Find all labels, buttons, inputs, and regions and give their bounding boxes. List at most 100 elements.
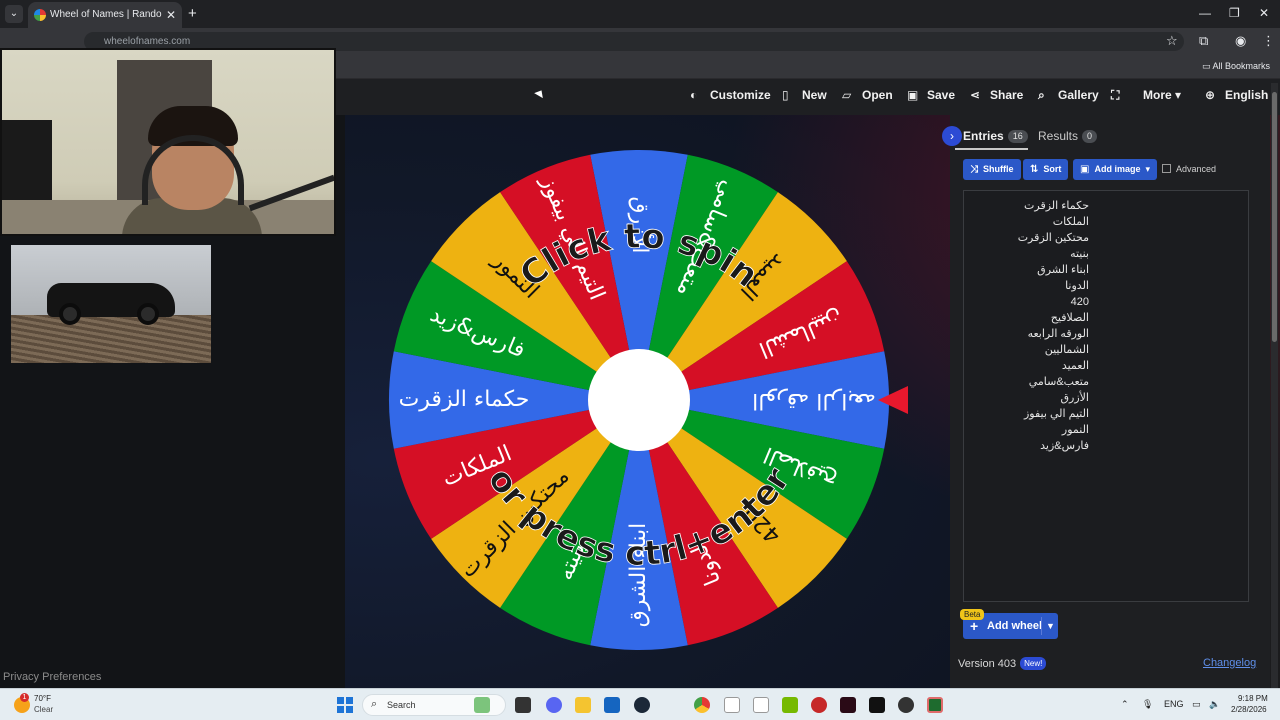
discord-icon[interactable]	[546, 697, 562, 713]
all-bookmarks[interactable]: ▭ All Bookmarks	[1202, 61, 1270, 72]
store-icon[interactable]	[604, 697, 620, 713]
extensions-icon[interactable]: ⧉	[1199, 33, 1208, 49]
tab-title: Wheel of Names | Random name picker	[50, 9, 162, 20]
save-icon: ▣	[907, 88, 919, 102]
entry-item[interactable]: متعب&سامي	[969, 374, 1089, 390]
new-badge: New!	[1020, 657, 1047, 670]
new-tab-icon[interactable]: +	[188, 5, 197, 22]
caret-down-icon[interactable]: ▼	[1046, 613, 1055, 639]
changelog-link[interactable]: Changelog	[1203, 657, 1256, 669]
obs-icon[interactable]	[898, 697, 914, 713]
checkbox-icon[interactable]	[1162, 164, 1171, 173]
webcam-monitor	[2, 120, 52, 200]
version-info: Version 403 New!	[958, 657, 1047, 670]
terminal-icon[interactable]	[927, 697, 943, 713]
kebab-menu-icon[interactable]: ⋮	[1262, 33, 1275, 49]
star-icon[interactable]: ☆	[1166, 33, 1178, 49]
shuffle-button[interactable]: ⤨ Shuffle	[963, 159, 1021, 180]
fullscreen-button[interactable]: ⛶	[1111, 88, 1131, 106]
volume-icon[interactable]: 🔈	[1209, 699, 1220, 710]
entry-item[interactable]: الملكات	[969, 214, 1089, 230]
save-button[interactable]: ▣ Save	[907, 88, 955, 106]
clock-time[interactable]: 9:18 PM	[1238, 694, 1268, 703]
widgets-icon[interactable]	[474, 697, 490, 713]
new-button[interactable]: ▯ New	[782, 88, 827, 106]
tab-entries[interactable]: Entries 16	[963, 129, 1028, 143]
entry-item[interactable]: الشماليين	[969, 342, 1089, 358]
sort-button[interactable]: ⇅ Sort	[1023, 159, 1069, 180]
tab-results[interactable]: Results 0	[1038, 129, 1098, 143]
language-button[interactable]: ⊕ English	[1205, 88, 1268, 106]
tab-search-icon[interactable]: ⌄	[5, 5, 23, 23]
save-label: Save	[927, 88, 956, 102]
entries-count-badge: 16	[1007, 130, 1028, 143]
advanced-checkbox[interactable]: Advanced	[1162, 164, 1216, 174]
browser-tab[interactable]: Wheel of Names | Random name picker ✕	[28, 2, 182, 28]
chevron-up-icon[interactable]: ⌃	[1121, 699, 1129, 710]
new-label: New	[802, 88, 827, 102]
fullscreen-icon: ⛶	[1111, 88, 1120, 102]
file-icon: ▯	[782, 88, 789, 102]
windows-start-icon[interactable]	[337, 697, 353, 713]
share-button[interactable]: ⋖ Share	[970, 88, 1023, 106]
share-icon: ⋖	[970, 88, 981, 102]
shuffle-icon: ⤨	[970, 164, 978, 175]
add-image-button[interactable]: ▣ Add image ▾	[1073, 159, 1157, 180]
entry-item[interactable]: بنيته	[969, 246, 1089, 262]
entry-item[interactable]: فارس&زيد	[969, 438, 1089, 454]
language-indicator[interactable]: ENG	[1164, 699, 1184, 709]
wheel-svg[interactable]: الأزرق متعب&ساميالعميدالشماليينالورقه الر…	[387, 148, 891, 652]
close-icon[interactable]: ✕	[166, 8, 176, 22]
entry-item[interactable]: العميد	[969, 358, 1089, 374]
file-explorer-icon[interactable]	[575, 697, 591, 713]
divider	[1041, 617, 1042, 635]
restore-icon[interactable]: ❐	[1229, 6, 1240, 20]
scrollbar-thumb[interactable]	[1272, 92, 1277, 342]
minimize-icon[interactable]: —	[1199, 6, 1211, 20]
privacy-preferences-link[interactable]: Privacy Preferences	[3, 671, 101, 683]
wheel[interactable]: الأزرق متعب&سامي العميد الشماليين الورقه الر…	[387, 148, 891, 652]
open-button[interactable]: ▱ Open	[842, 88, 893, 106]
wheel-hub[interactable]	[588, 349, 690, 451]
gallery-button[interactable]: ⌕ Gallery	[1038, 88, 1099, 106]
clock-date[interactable]: 2/28/2026	[1231, 705, 1267, 714]
chevron-right-icon[interactable]: ›	[942, 126, 962, 146]
media-player-icon[interactable]	[811, 697, 827, 713]
display-icon[interactable]: ▭	[1192, 699, 1201, 710]
entries-list[interactable]: حكماء الزقرت الملكات محتكين الزقرت بنيته ابن…	[969, 198, 1089, 454]
task-view-icon[interactable]	[515, 697, 531, 713]
folder-icon: ▭	[1201, 61, 1213, 71]
weather-status: Clear	[34, 705, 54, 714]
document-icon[interactable]	[753, 697, 769, 713]
palette-icon: ◐	[690, 88, 698, 102]
wheel-favicon-icon	[34, 9, 46, 21]
document-icon[interactable]	[724, 697, 740, 713]
steam-icon[interactable]	[634, 697, 650, 713]
entry-item[interactable]: النمور	[969, 422, 1089, 438]
more-label: More	[1143, 88, 1172, 102]
customize-button[interactable]: ◐ Customize	[690, 88, 771, 106]
window-close-icon[interactable]: ✕	[1259, 6, 1269, 20]
active-tab-indicator	[955, 148, 1028, 150]
entry-item[interactable]: الصلافيح	[969, 310, 1089, 326]
taskbar-search-label: Search	[387, 700, 416, 710]
sort-icon: ⇅	[1030, 164, 1039, 175]
chrome-icon[interactable]	[694, 697, 710, 713]
entry-item[interactable]: حكماء الزقرت	[969, 198, 1089, 214]
entry-item[interactable]: الدونا	[969, 278, 1089, 294]
more-button[interactable]: More ▾	[1143, 88, 1181, 106]
wheel-pointer-icon	[878, 386, 908, 414]
entry-item[interactable]: ابناء الشرق	[969, 262, 1089, 278]
browser-tabstrip: ⌄ Wheel of Names | Random name picker ✕ …	[0, 0, 1280, 28]
entry-item[interactable]: الأزرق	[969, 390, 1090, 406]
game-icon[interactable]	[869, 697, 885, 713]
entry-item[interactable]: محتكين الزقرت	[969, 230, 1089, 246]
microphone-icon[interactable]: 🎙	[1142, 699, 1153, 710]
nvidia-icon[interactable]	[782, 697, 798, 713]
entry-item[interactable]: 420	[969, 294, 1089, 310]
entry-item[interactable]: الورقه الرابعه	[969, 326, 1089, 342]
entry-item[interactable]: التيم الي بيفوز	[969, 406, 1089, 422]
profile-avatar-icon[interactable]: ◉	[1235, 33, 1246, 49]
open-label: Open	[862, 88, 893, 102]
app-icon[interactable]	[840, 697, 856, 713]
